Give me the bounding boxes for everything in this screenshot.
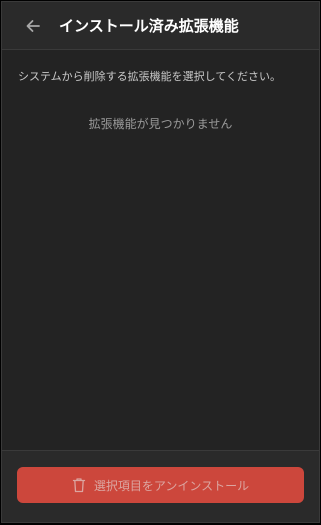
uninstall-button-label: 選択項目をアンインストール xyxy=(93,478,250,493)
extensions-panel: インストール済み拡張機能 システムから削除する拡張機能を選択してください。 拡張… xyxy=(1,1,320,523)
trash-icon xyxy=(72,477,86,493)
back-button[interactable] xyxy=(21,14,45,38)
header: インストール済み拡張機能 xyxy=(2,2,319,50)
footer: 選択項目をアンインストール xyxy=(2,450,319,522)
empty-state-message: 拡張機能が見つかりません xyxy=(88,117,233,131)
arrow-left-icon xyxy=(26,19,40,32)
uninstall-selected-button[interactable]: 選択項目をアンインストール xyxy=(17,467,304,503)
page-title: インストール済み拡張機能 xyxy=(59,17,239,35)
instruction-text: システムから削除する拡張機能を選択してください。 xyxy=(18,70,282,83)
